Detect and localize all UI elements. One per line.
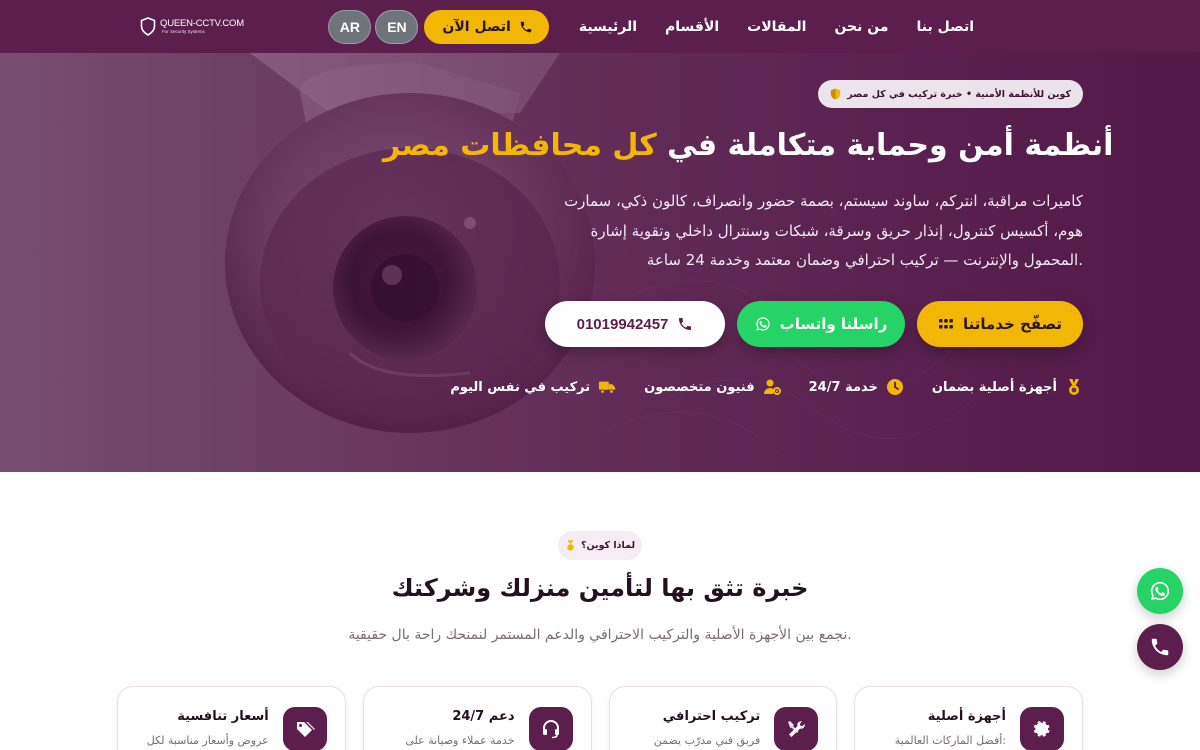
browse-services-button[interactable]: تصفّح خدماتنا <box>917 301 1083 347</box>
card-text: خدمة عملاء وصيانة على <box>405 734 515 747</box>
clock-icon <box>886 379 903 395</box>
whatsapp-icon <box>755 317 770 331</box>
truck-icon <box>599 381 616 394</box>
hero-description: كاميرات مراقبة، انتركم، ساوند سيستم، بصم… <box>564 192 1083 269</box>
phone-number-label: 01019942457 <box>576 315 669 333</box>
card-text: أفضل الماركات العالمية: <box>894 734 1006 747</box>
card-icon-box <box>1020 707 1064 750</box>
feature-label: خدمة 24/7 <box>808 379 878 395</box>
card-text: عروض وأسعار مناسبة لكل <box>146 734 269 747</box>
gear-icon <box>1033 721 1050 737</box>
floating-call-button[interactable] <box>1137 624 1183 670</box>
feature-label: أجهزة أصلية بضمان <box>931 379 1057 395</box>
medal-icon <box>567 540 574 551</box>
headset-icon <box>542 720 559 739</box>
nav-home[interactable]: الرئيسية <box>565 19 651 35</box>
nav-about[interactable]: من نحن <box>820 19 902 35</box>
hero-title-accent: كل محافظات مصر <box>383 128 657 163</box>
medal-icon <box>1069 379 1079 395</box>
phone-icon <box>520 21 532 32</box>
card-icon-box <box>282 707 327 750</box>
grid-icon <box>938 319 953 329</box>
why-badge-label: لماذا كوين؟ <box>580 540 636 551</box>
floating-whatsapp-button[interactable] <box>1137 568 1183 614</box>
card-title: أسعار تنافسية <box>177 709 269 724</box>
logo-name: QUEEN-CCTV.COM <box>160 18 244 29</box>
why-title: خبرة تثق بها لتأمين منزلك وشركتك <box>391 574 809 602</box>
site-logo[interactable]: QUEEN-CCTV.COM For Security Systems <box>140 17 244 36</box>
hero-features: أجهزة أصلية بضمان خدمة 24/7 فنيون متخصصو… <box>450 378 1083 396</box>
hero-badge: كوين للأنظمة الأمنية • خبرة تركيب في كل … <box>818 80 1083 108</box>
card-professional-install: تركيب احترافي فريق فني مدرّب يضمن <box>608 686 838 750</box>
card-text: فريق فني مدرّب يضمن <box>653 734 761 747</box>
whatsapp-label: راسلنا واتساب <box>779 315 888 333</box>
lang-en-button[interactable]: EN <box>375 9 419 44</box>
whatsapp-icon <box>1150 581 1170 601</box>
card-title: أجهزة أصلية <box>927 709 1006 724</box>
hero-title-main: أنظمة أمن وحماية متكاملة في <box>667 128 1114 163</box>
nav-contact[interactable]: اتصل بنا <box>903 19 988 35</box>
hero-section: كوين للأنظمة الأمنية • خبرة تركيب في كل … <box>0 53 1200 472</box>
phone-icon <box>679 318 692 330</box>
feature-original-devices: أجهزة أصلية بضمان <box>932 378 1083 396</box>
logo-tagline: For Security Systems <box>162 28 205 34</box>
site-header: QUEEN-CCTV.COM For Security Systems AR E… <box>0 0 1200 53</box>
call-now-button[interactable]: اتصل الآن <box>424 9 549 44</box>
shield-icon <box>140 17 156 36</box>
feature-24-7-service: خدمة 24/7 <box>809 378 904 396</box>
nav-articles[interactable]: المقالات <box>733 19 820 35</box>
tools-icon <box>788 721 805 737</box>
features-cards: أجهزة أصلية أفضل الماركات العالمية: تركي… <box>117 686 1083 750</box>
browse-services-label: تصفّح خدماتنا <box>962 315 1063 333</box>
card-title: تركيب احترافي <box>662 709 761 724</box>
phone-number-button[interactable]: 01019942457 <box>545 301 725 347</box>
card-icon-box <box>774 707 819 750</box>
nav-categories[interactable]: الأقسام <box>651 19 733 35</box>
feature-specialist-technicians: فنيون متخصصون <box>644 378 781 396</box>
tags-icon <box>296 722 315 737</box>
whatsapp-button[interactable]: راسلنا واتساب <box>737 301 905 347</box>
call-now-label: اتصل الآن <box>442 18 511 35</box>
hero-actions: تصفّح خدماتنا راسلنا واتساب 01019942457 <box>545 301 1083 347</box>
card-icon-box <box>528 707 573 750</box>
why-subtitle: نجمع بين الأجهزة الأصلية والتركيب الاحتر… <box>348 627 852 643</box>
lang-ar-button[interactable]: AR <box>328 9 372 44</box>
hero-badge-label: كوين للأنظمة الأمنية • خبرة تركيب في كل … <box>847 88 1071 100</box>
card-original-devices: أجهزة أصلية أفضل الماركات العالمية: <box>854 686 1083 750</box>
feature-same-day-install: تركيب في نفس اليوم <box>450 378 616 396</box>
hero-title: أنظمة أمن وحماية متكاملة في كل محافظات م… <box>383 125 1113 167</box>
feature-label: فنيون متخصصون <box>644 379 755 395</box>
main-nav: AR EN اتصل الآن الرئيسية الأقسام المقالا… <box>328 9 988 44</box>
feature-label: تركيب في نفس اليوم <box>450 379 591 395</box>
phone-icon <box>1151 638 1169 656</box>
card-title: دعم 24/7 <box>452 709 515 724</box>
shield-icon <box>831 88 841 100</box>
user-gear-icon <box>763 379 781 395</box>
why-badge: لماذا كوين؟ <box>558 531 642 560</box>
card-competitive-prices: أسعار تنافسية عروض وأسعار مناسبة لكل <box>117 686 346 750</box>
card-support-24-7: دعم 24/7 خدمة عملاء وصيانة على <box>362 686 592 750</box>
